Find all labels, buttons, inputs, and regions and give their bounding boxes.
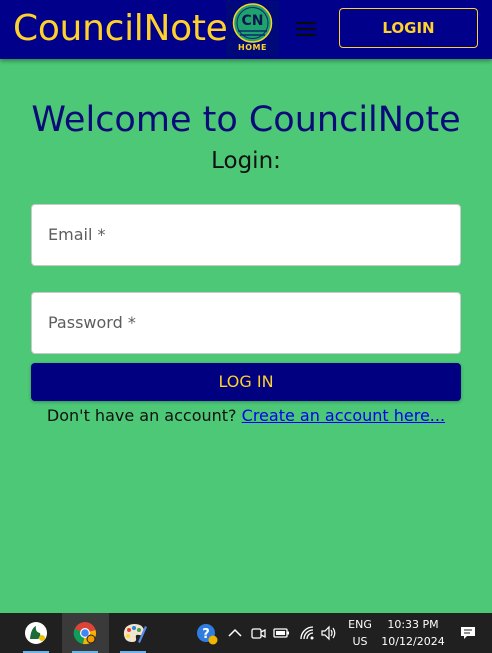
cn-logo-icon: CN [232,3,273,43]
notifications-icon[interactable] [459,624,477,642]
welcome-heading: Welcome to CouncilNote [31,100,461,140]
brand-title[interactable]: CouncilNote [13,7,228,51]
password-input[interactable] [32,293,460,353]
hamburger-line [296,22,316,24]
signup-prompt: Don't have an account? [46,406,237,425]
create-account-link[interactable]: Create an account here... [242,406,445,425]
volume-icon[interactable] [320,624,338,642]
password-field[interactable]: Password * [31,292,461,354]
wifi-icon[interactable] [298,624,316,642]
cat-app-icon [25,622,47,644]
hamburger-menu-button[interactable] [291,16,321,42]
language-code: ENG [348,618,372,631]
keyboard-layout: US [352,635,368,648]
language-indicator[interactable]: ENG US [344,618,376,649]
taskbar-app-chrome[interactable] [62,613,109,653]
clock[interactable]: 10:33 PM 10/12/2024 [380,618,446,649]
hamburger-line [296,28,316,30]
chrome-icon [73,622,96,645]
chevron-up-icon[interactable] [226,624,244,642]
clock-time: 10:33 PM [387,618,439,631]
login-heading: Login: [211,148,281,174]
home-logo-label: HOME [238,43,267,52]
battery-icon[interactable] [272,624,290,642]
help-icon[interactable]: ? [196,623,218,645]
camera-icon[interactable] [249,624,267,642]
email-input[interactable] [32,205,460,265]
app-header: CouncilNote CN HOME LOGIN [0,0,492,59]
taskbar-app-paint[interactable] [113,613,153,653]
cn-logo-monogram: CN [242,13,264,29]
paint-icon [123,624,147,643]
email-field[interactable]: Email * [31,204,461,266]
home-logo-button[interactable]: CN HOME [226,1,279,56]
windows-taskbar: ? ENG US 10:33 PM 10/12/2024 [0,613,492,653]
signup-row: Don't have an account? Create an account… [0,405,492,427]
header-login-button[interactable]: LOGIN [339,8,478,48]
clock-date: 10/12/2024 [381,635,445,648]
hamburger-line [296,34,316,36]
taskbar-app-cat[interactable] [16,613,56,653]
log-in-button[interactable]: LOG IN [31,363,461,401]
